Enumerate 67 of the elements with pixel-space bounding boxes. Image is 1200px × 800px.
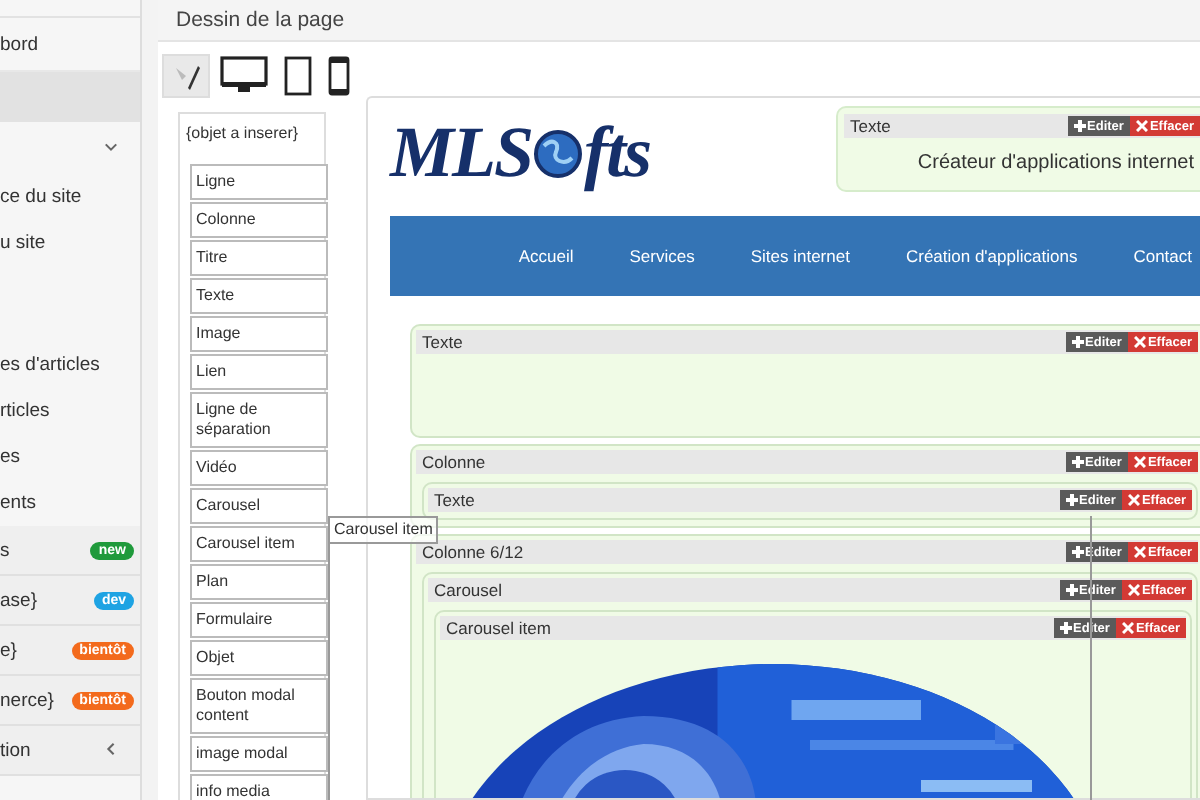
palette-item[interactable]: Carousel [190,488,328,524]
palette-item[interactable]: image modal [190,736,328,772]
palette-title: {objet a inserer} [186,124,301,144]
phone-icon [328,56,350,96]
close-icon [1133,336,1146,348]
close-icon [1127,494,1140,506]
plus-icon [1059,622,1072,634]
palette-item[interactable]: Ligne [190,164,328,200]
block-title: Colonne [422,452,486,472]
block-title: Texte [434,490,475,510]
block-title: Colonne 6/12 [422,542,524,562]
plus-icon [1071,546,1084,558]
drag-label: Carousel item [328,516,439,544]
plus-icon [1065,494,1078,506]
palette-item[interactable]: Bouton modal content [190,678,328,734]
close-icon [1133,546,1146,558]
sidebar-item[interactable]: rticles [0,400,50,422]
sidebar-item[interactable]: es d'articles [0,354,100,376]
sidebar-item[interactable]: nerce} [0,689,54,711]
palette-item[interactable]: Texte [190,278,328,314]
plus-icon [1073,120,1086,132]
plus-icon [1065,584,1078,596]
plus-icon [1071,336,1084,348]
device-tab[interactable] [214,54,274,98]
block-title: Carousel item [446,618,551,638]
tagline: Créateur d'applications internet [915,152,1196,174]
close-icon [1121,622,1134,634]
palette-item[interactable]: Plan [190,564,328,600]
sidebar-item[interactable]: es [0,446,21,468]
palette-item[interactable]: Formulaire [190,602,328,638]
palette-item[interactable]: info media [190,774,328,800]
block-title: Texte [422,332,463,352]
nav-link[interactable]: Services [629,246,695,266]
logo: MLS fts [390,110,651,194]
palette-item[interactable]: Objet [190,640,328,676]
nav-link[interactable]: Sites internet [750,246,850,266]
palette-item[interactable]: Colonne [190,202,328,238]
sidebar-item[interactable]: tion [0,739,31,761]
close-icon [1127,584,1140,596]
nav-link[interactable]: Contact [1133,246,1192,266]
palette-item[interactable]: Vidéo [190,450,328,486]
device-tab[interactable] [162,54,210,98]
palette-item[interactable]: Image [190,316,328,352]
block-title: Texte [850,116,891,136]
nav-link[interactable]: Accueil [518,246,574,266]
sidebar-item[interactable]: ase} [0,589,37,611]
palette-item[interactable]: Ligne de séparation [190,392,328,448]
sidebar-item[interactable]: e} [0,639,17,661]
panel-title: Dessin de la page [158,0,1200,42]
block-title: Carousel [434,580,503,600]
palette-item[interactable]: Titre [190,240,328,276]
sidebar-item[interactable]: u site [0,232,46,254]
close-icon [1133,456,1146,468]
sidebar-item[interactable]: bord [0,33,39,55]
nav-link[interactable]: Création d'applications [905,246,1078,266]
tablet-icon [284,56,312,96]
palette-item[interactable]: Lien [190,354,328,390]
palette-item[interactable]: Carousel item [190,526,328,562]
chevron-icon [104,139,118,153]
plus-icon [1071,456,1084,468]
sidebar-item[interactable]: ents [0,492,36,514]
pencil-icon [170,60,202,92]
monitor-icon [220,56,268,96]
sidebar-item[interactable]: ce du site [0,186,82,208]
sidebar-item[interactable]: s [0,539,10,561]
close-icon [1135,120,1148,132]
chevron-icon [104,741,118,755]
